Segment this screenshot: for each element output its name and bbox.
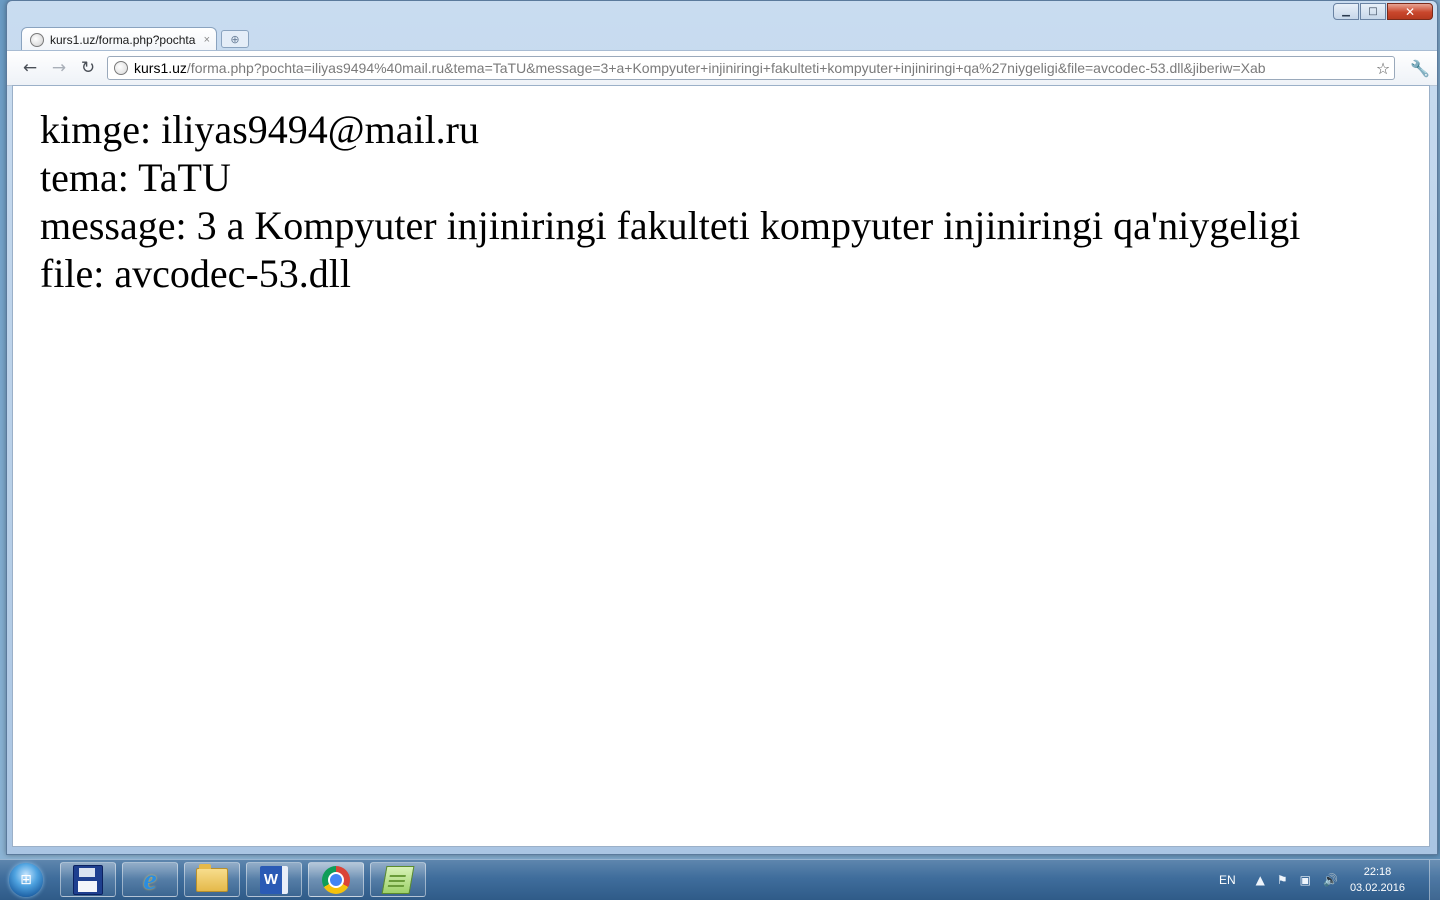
page-info-globe-icon[interactable] [114,61,128,75]
wrench-menu-icon[interactable]: 🔧 [1409,57,1431,79]
tab-close-icon[interactable]: × [204,34,210,46]
ie-icon: e [143,862,157,896]
page-content: kimge: iliyas9494@mail.ru tema: TaTU mes… [12,85,1430,847]
taskbar-notepad[interactable] [370,862,426,897]
browser-window: ▁ □ ✕ kurs1.uz/forma.php?pochta × ⊕ ← → … [6,0,1438,855]
taskbar-save-app[interactable] [60,862,116,897]
tab-strip: kurs1.uz/forma.php?pochta × ⊕ [21,25,249,51]
globe-icon [30,32,44,47]
tab-title: kurs1.uz/forma.php?pochta [50,32,196,47]
close-window-button[interactable]: ✕ [1387,3,1433,20]
taskbar-word[interactable]: W [246,862,302,897]
bookmark-star-icon[interactable]: ☆ [1372,59,1394,78]
folder-icon [196,863,228,892]
start-button[interactable]: ⊞ [4,861,48,899]
tab-active[interactable]: kurs1.uz/forma.php?pochta × [21,27,217,51]
reload-icon[interactable]: ↻ [77,57,99,79]
action-center-flag-icon[interactable]: ⚑ [1277,873,1288,887]
browser-toolbar: ← → ↻ kurs1.uz/forma.php?pochta=iliyas94… [7,50,1437,86]
volume-icon[interactable]: 🔊 [1323,873,1338,887]
url-path: /forma.php?pochta=iliyas9494%40mail.ru&t… [186,60,1266,76]
file-line: file: avcodec-53.dll [40,251,351,296]
clock[interactable]: 22:18 03.02.2016 [1350,864,1405,896]
maximize-button[interactable]: □ [1360,3,1386,20]
clock-time: 22:18 [1363,866,1392,878]
floppy-icon [73,864,103,895]
new-tab-button[interactable]: ⊕ [221,30,249,48]
windows-logo-icon: ⊞ [9,863,43,897]
word-icon: W [260,865,288,894]
network-icon[interactable]: ▣ [1300,873,1311,887]
url-host: kurs1.uz [134,60,187,76]
window-controls: ▁ □ ✕ [1332,3,1433,20]
show-hidden-icons-icon[interactable]: ▲ [1256,873,1265,887]
subject-line: tema: TaTU [40,155,231,200]
system-tray: EN ▲ ⚑ ▣ 🔊 22:18 03.02.2016 [1219,860,1440,900]
show-desktop-button[interactable] [1429,860,1440,900]
taskbar-file-explorer[interactable] [184,862,240,897]
minimize-button[interactable]: ▁ [1333,3,1359,20]
taskbar-chrome[interactable] [308,862,364,897]
address-bar[interactable]: kurs1.uz/forma.php?pochta=iliyas9494%40m… [107,56,1395,80]
message-line: message: 3 a Kompyuter injiniringi fakul… [40,203,1301,248]
taskbar: ⊞ e W EN ▲ ⚑ ▣ 🔊 22:18 03.02.2016 [0,859,1440,900]
address-url[interactable]: kurs1.uz/forma.php?pochta=iliyas9494%40m… [134,60,1372,76]
recipient-line: kimge: iliyas9494@mail.ru [40,107,480,152]
language-indicator[interactable]: EN [1219,873,1236,887]
forward-icon[interactable]: → [48,57,70,79]
clock-date: 03.02.2016 [1349,882,1405,894]
notepad-icon [381,865,415,894]
back-icon[interactable]: ← [19,57,41,79]
taskbar-internet-explorer[interactable]: e [122,862,178,897]
chrome-icon [322,865,350,894]
title-bar[interactable]: ▁ □ ✕ [7,1,1437,25]
